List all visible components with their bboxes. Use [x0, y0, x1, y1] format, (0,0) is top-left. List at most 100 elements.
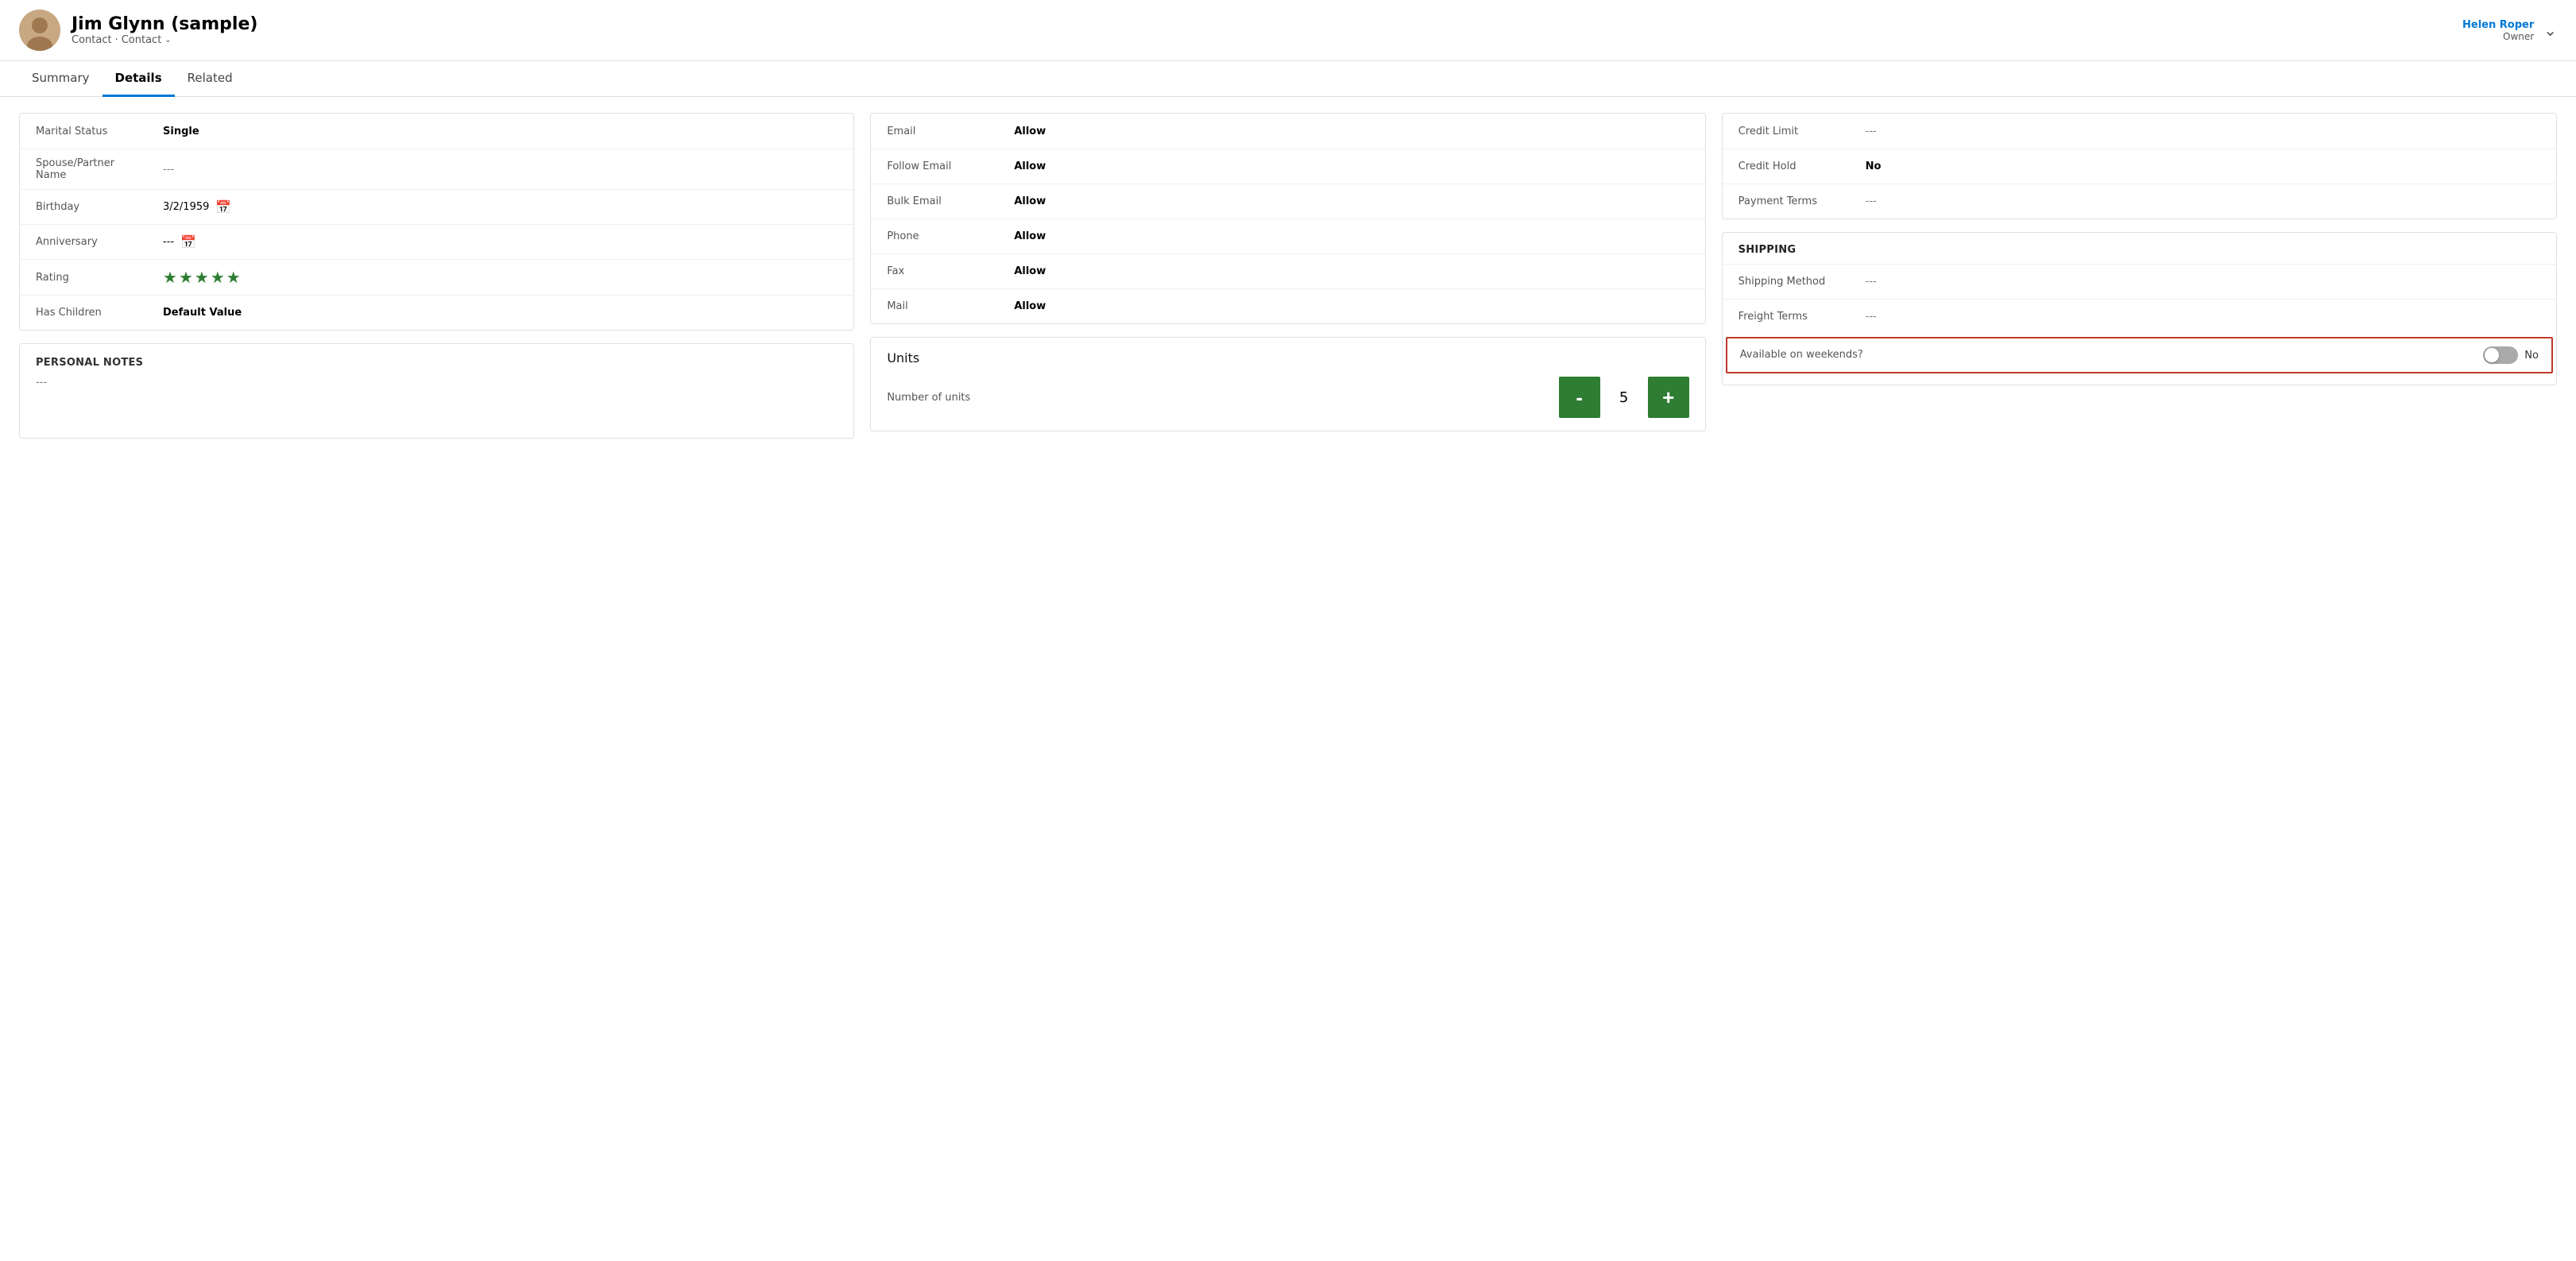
email-row: Email Allow: [871, 114, 1704, 149]
star-3: ★: [195, 268, 209, 287]
toggle-knob: [2485, 348, 2499, 362]
tab-related[interactable]: Related: [175, 61, 246, 97]
units-plus-button[interactable]: +: [1648, 377, 1689, 418]
phone-row: Phone Allow: [871, 219, 1704, 253]
rating-stars: ★ ★ ★ ★ ★: [163, 268, 837, 287]
email-label: Email: [887, 126, 1014, 137]
main-content: Marital Status Single Spouse/PartnerName…: [0, 97, 2576, 455]
has-children-value: Default Value: [163, 307, 837, 319]
anniversary-calendar-icon[interactable]: 📅: [180, 234, 196, 249]
birthday-row: Birthday 3/2/1959 📅: [20, 189, 853, 224]
credit-hold-row: Credit Hold No: [1723, 149, 2556, 184]
anniversary-row: Anniversary --- 📅: [20, 224, 853, 259]
header-expand-icon[interactable]: ⌄: [2543, 21, 2557, 40]
spouse-name-row: Spouse/PartnerName ---: [20, 149, 853, 189]
payment-terms-label: Payment Terms: [1739, 195, 1866, 207]
bulk-email-label: Bulk Email: [887, 195, 1014, 207]
phone-value: Allow: [1014, 230, 1688, 242]
credit-limit-label: Credit Limit: [1739, 126, 1866, 137]
has-children-row: Has Children Default Value: [20, 295, 853, 330]
personal-notes-card: PERSONAL NOTES ---: [19, 343, 854, 439]
shipping-card: SHIPPING Shipping Method --- Freight Ter…: [1722, 232, 2557, 385]
has-children-label: Has Children: [36, 307, 163, 319]
email-value: Allow: [1014, 126, 1688, 137]
payment-terms-value: ---: [1866, 195, 2540, 207]
star-4: ★: [211, 268, 225, 287]
available-weekends-value: No: [2524, 350, 2539, 362]
credit-limit-row: Credit Limit ---: [1723, 114, 2556, 149]
credit-limit-value: ---: [1866, 126, 2540, 137]
units-value: 5: [1600, 389, 1648, 406]
payment-terms-row: Payment Terms ---: [1723, 184, 2556, 219]
follow-email-value: Allow: [1014, 161, 1688, 172]
star-2: ★: [179, 268, 193, 287]
anniversary-value: --- 📅: [163, 234, 837, 249]
owner-section: Helen Roper Owner: [2462, 19, 2534, 42]
billing-card: Credit Limit --- Credit Hold No Payment …: [1722, 113, 2557, 219]
header-left: Jim Glynn (sample) Contact · Contact ⌄: [19, 10, 257, 51]
contact-name: Jim Glynn (sample): [72, 14, 257, 34]
rating-label: Rating: [36, 272, 163, 284]
birthday-field-with-icon: 3/2/1959 📅: [163, 199, 837, 215]
units-label: Number of units: [887, 392, 1558, 404]
mail-row: Mail Allow: [871, 288, 1704, 323]
rating-value: ★ ★ ★ ★ ★: [163, 268, 837, 287]
shipping-bottom-spacer: [1723, 377, 2556, 385]
avatar: [19, 10, 60, 51]
rating-row: Rating ★ ★ ★ ★ ★: [20, 259, 853, 295]
units-card: Units Number of units - 5 +: [870, 337, 1705, 431]
star-5: ★: [226, 268, 241, 287]
marital-status-row: Marital Status Single: [20, 114, 853, 149]
contact-name-block: Jim Glynn (sample) Contact · Contact ⌄: [72, 14, 257, 46]
mail-value: Allow: [1014, 300, 1688, 312]
birthday-label: Birthday: [36, 201, 163, 213]
credit-hold-value: No: [1866, 161, 2540, 172]
spouse-name-value: ---: [163, 164, 837, 176]
marital-status-label: Marital Status: [36, 126, 163, 137]
birthday-calendar-icon[interactable]: 📅: [215, 199, 231, 215]
left-column: Marital Status Single Spouse/PartnerName…: [19, 113, 854, 439]
birthday-date: 3/2/1959: [163, 201, 209, 213]
mail-label: Mail: [887, 300, 1014, 312]
page-header: Jim Glynn (sample) Contact · Contact ⌄ H…: [0, 0, 2576, 61]
shipping-title: SHIPPING: [1723, 233, 2556, 264]
owner-name[interactable]: Helen Roper: [2462, 19, 2534, 31]
units-minus-button[interactable]: -: [1559, 377, 1600, 418]
bulk-email-row: Bulk Email Allow: [871, 184, 1704, 219]
available-weekends-row: Available on weekends? No: [1726, 337, 2553, 373]
tab-bar: Summary Details Related: [0, 61, 2576, 97]
tab-details[interactable]: Details: [102, 61, 175, 97]
owner-label: Owner: [2462, 31, 2534, 42]
freight-terms-label: Freight Terms: [1739, 311, 1866, 323]
fax-row: Fax Allow: [871, 253, 1704, 288]
follow-email-row: Follow Email Allow: [871, 149, 1704, 184]
contact-subtitle: Contact · Contact ⌄: [72, 34, 257, 46]
right-column: Credit Limit --- Credit Hold No Payment …: [1722, 113, 2557, 385]
shipping-method-value: ---: [1866, 276, 2540, 288]
credit-hold-label: Credit Hold: [1739, 161, 1866, 172]
freight-terms-value: ---: [1866, 311, 2540, 323]
shipping-method-label: Shipping Method: [1739, 276, 1866, 288]
available-weekends-toggle[interactable]: [2483, 346, 2518, 364]
middle-column: Email Allow Follow Email Allow Bulk Emai…: [870, 113, 1705, 431]
star-1: ★: [163, 268, 177, 287]
marital-status-value: Single: [163, 126, 837, 137]
personal-notes-title: PERSONAL NOTES: [36, 357, 837, 369]
subtitle-contact1: Contact: [72, 34, 112, 46]
follow-email-label: Follow Email: [887, 161, 1014, 172]
toggle-container: No: [2483, 346, 2539, 364]
units-title: Units: [887, 350, 1688, 366]
shipping-method-row: Shipping Method ---: [1723, 264, 2556, 299]
anniversary-date: ---: [163, 236, 174, 248]
fax-label: Fax: [887, 265, 1014, 277]
anniversary-field-with-icon: --- 📅: [163, 234, 837, 249]
tab-summary[interactable]: Summary: [19, 61, 102, 97]
personal-notes-value: ---: [36, 377, 837, 389]
personal-info-card: Marital Status Single Spouse/PartnerName…: [19, 113, 854, 331]
available-weekends-label: Available on weekends?: [1740, 348, 2484, 362]
subtitle-chevron-icon[interactable]: ⌄: [164, 36, 171, 44]
subtitle-contact2: Contact: [122, 34, 162, 46]
anniversary-label: Anniversary: [36, 236, 163, 248]
header-right: Helen Roper Owner ⌄: [2462, 19, 2557, 42]
communication-card: Email Allow Follow Email Allow Bulk Emai…: [870, 113, 1705, 324]
